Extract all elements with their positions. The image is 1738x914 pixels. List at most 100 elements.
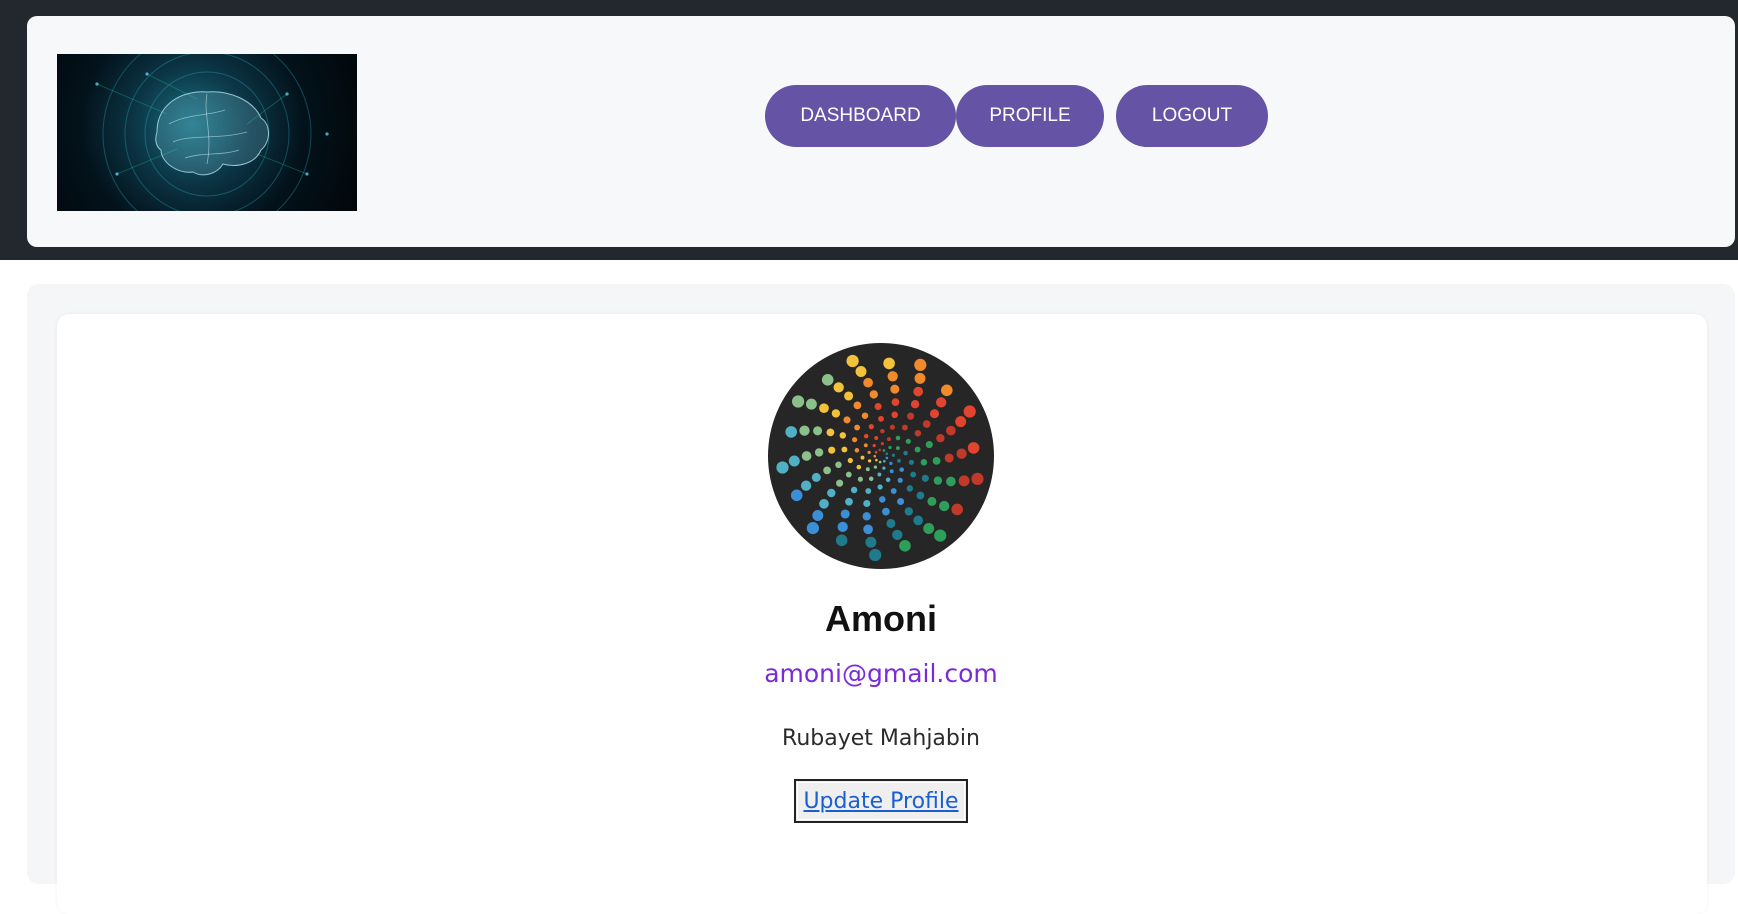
avatar-dot (791, 395, 805, 408)
avatar-dot (878, 415, 884, 422)
avatar-dot (873, 454, 877, 458)
avatar-dot (921, 474, 929, 482)
avatar-dot (890, 384, 900, 394)
avatar-dot (895, 435, 901, 441)
avatar-dot (865, 488, 872, 494)
avatar-dot (823, 466, 831, 475)
avatar-dot (863, 524, 873, 535)
avatar-dot (887, 371, 898, 382)
avatar-dot (910, 400, 920, 409)
avatar-dot (852, 437, 858, 443)
avatar-dot (867, 459, 872, 463)
avatar-dot (875, 458, 878, 462)
avatar-dot (847, 457, 853, 464)
avatar-dot (863, 443, 868, 448)
avatar-dot (835, 461, 842, 469)
avatar-dot (845, 497, 853, 506)
avatar-dot (828, 446, 836, 454)
logout-button[interactable]: LOGOUT (1116, 85, 1268, 147)
avatar-dot (933, 476, 943, 485)
avatar-dot (932, 457, 941, 465)
avatar-dot (865, 467, 870, 472)
profile-email: amoni@gmail.com (764, 659, 998, 688)
avatar-dot (863, 433, 869, 439)
avatar-dot (855, 366, 867, 377)
profile-full-name: Rubayet Mahjabin (782, 726, 980, 751)
avatar-dot (843, 416, 851, 424)
avatar-dot (819, 403, 829, 414)
avatar-dot (897, 458, 901, 463)
avatar-dot (874, 402, 882, 411)
avatar-dot (882, 449, 886, 452)
avatar-dot (877, 484, 883, 490)
avatar-dot (901, 424, 908, 431)
avatar-dot (878, 448, 882, 452)
avatar-dot (899, 467, 904, 472)
avatar-dot (826, 428, 835, 437)
avatar-dot (910, 471, 917, 478)
avatar-dot (806, 521, 820, 535)
avatar-dot (914, 446, 921, 453)
avatar-dot (835, 534, 848, 547)
avatar-dot (839, 432, 847, 439)
avatar-dot (897, 497, 905, 506)
dashboard-button[interactable]: DASHBOARD (765, 85, 956, 147)
avatar-dot (967, 442, 980, 454)
avatar-dot (885, 456, 889, 460)
avatar-dot (891, 453, 896, 457)
avatar-dot (850, 486, 858, 494)
avatar-dot (861, 412, 869, 419)
profile-username: Amoni (825, 598, 937, 639)
avatar-dot (892, 529, 903, 541)
avatar-dot (895, 446, 900, 451)
avatar-dot (936, 397, 947, 408)
avatar-dot (868, 424, 874, 430)
avatar-dot (813, 426, 823, 436)
avatar-dot (956, 448, 967, 459)
update-profile-button[interactable]: Update Profile (794, 779, 968, 823)
avatar-dot (874, 436, 879, 440)
avatar-dot (844, 391, 854, 401)
avatar-dot (880, 428, 885, 434)
avatar-dot (946, 425, 956, 436)
avatar-dot (785, 426, 797, 438)
avatar-dot (868, 476, 874, 482)
avatar-dot (814, 448, 824, 457)
profile-button[interactable]: PROFILE (956, 85, 1104, 147)
avatar-dot (854, 424, 861, 431)
avatar-dot (799, 425, 810, 436)
avatar-dot (883, 357, 895, 370)
avatar-dot (867, 450, 871, 455)
spiral-dots-avatar (768, 343, 994, 569)
avatar-dot (805, 398, 817, 410)
avatar-dot (885, 452, 889, 456)
avatar-dot (889, 461, 893, 466)
avatar-dot (882, 466, 886, 470)
brain-network-icon (57, 54, 357, 211)
avatar-dot (913, 515, 924, 526)
avatar-dot (819, 498, 829, 509)
avatar-dot (827, 488, 836, 498)
avatar-dot (873, 465, 878, 469)
avatar-dot (865, 536, 877, 548)
avatar-dot (801, 451, 812, 461)
avatar-dot (800, 480, 812, 491)
avatar-dot (831, 409, 841, 418)
avatar-dot (905, 438, 911, 444)
avatar-dot (862, 512, 871, 521)
avatar-dot (934, 529, 947, 542)
avatar-dot (857, 476, 863, 482)
avatar-dot (914, 372, 926, 384)
avatar-dot (889, 424, 895, 430)
avatar-dot (860, 455, 865, 460)
avatar-dot (837, 521, 848, 533)
avatar-dot (863, 377, 873, 388)
avatar-dot (821, 374, 834, 386)
avatar-dot (872, 443, 876, 448)
avatar-dot (776, 461, 789, 474)
avatar-dot (854, 448, 860, 453)
avatar-dot (886, 437, 891, 442)
avatar-dot (913, 386, 924, 397)
avatar-dot (877, 472, 882, 477)
avatar-dot (874, 450, 878, 454)
